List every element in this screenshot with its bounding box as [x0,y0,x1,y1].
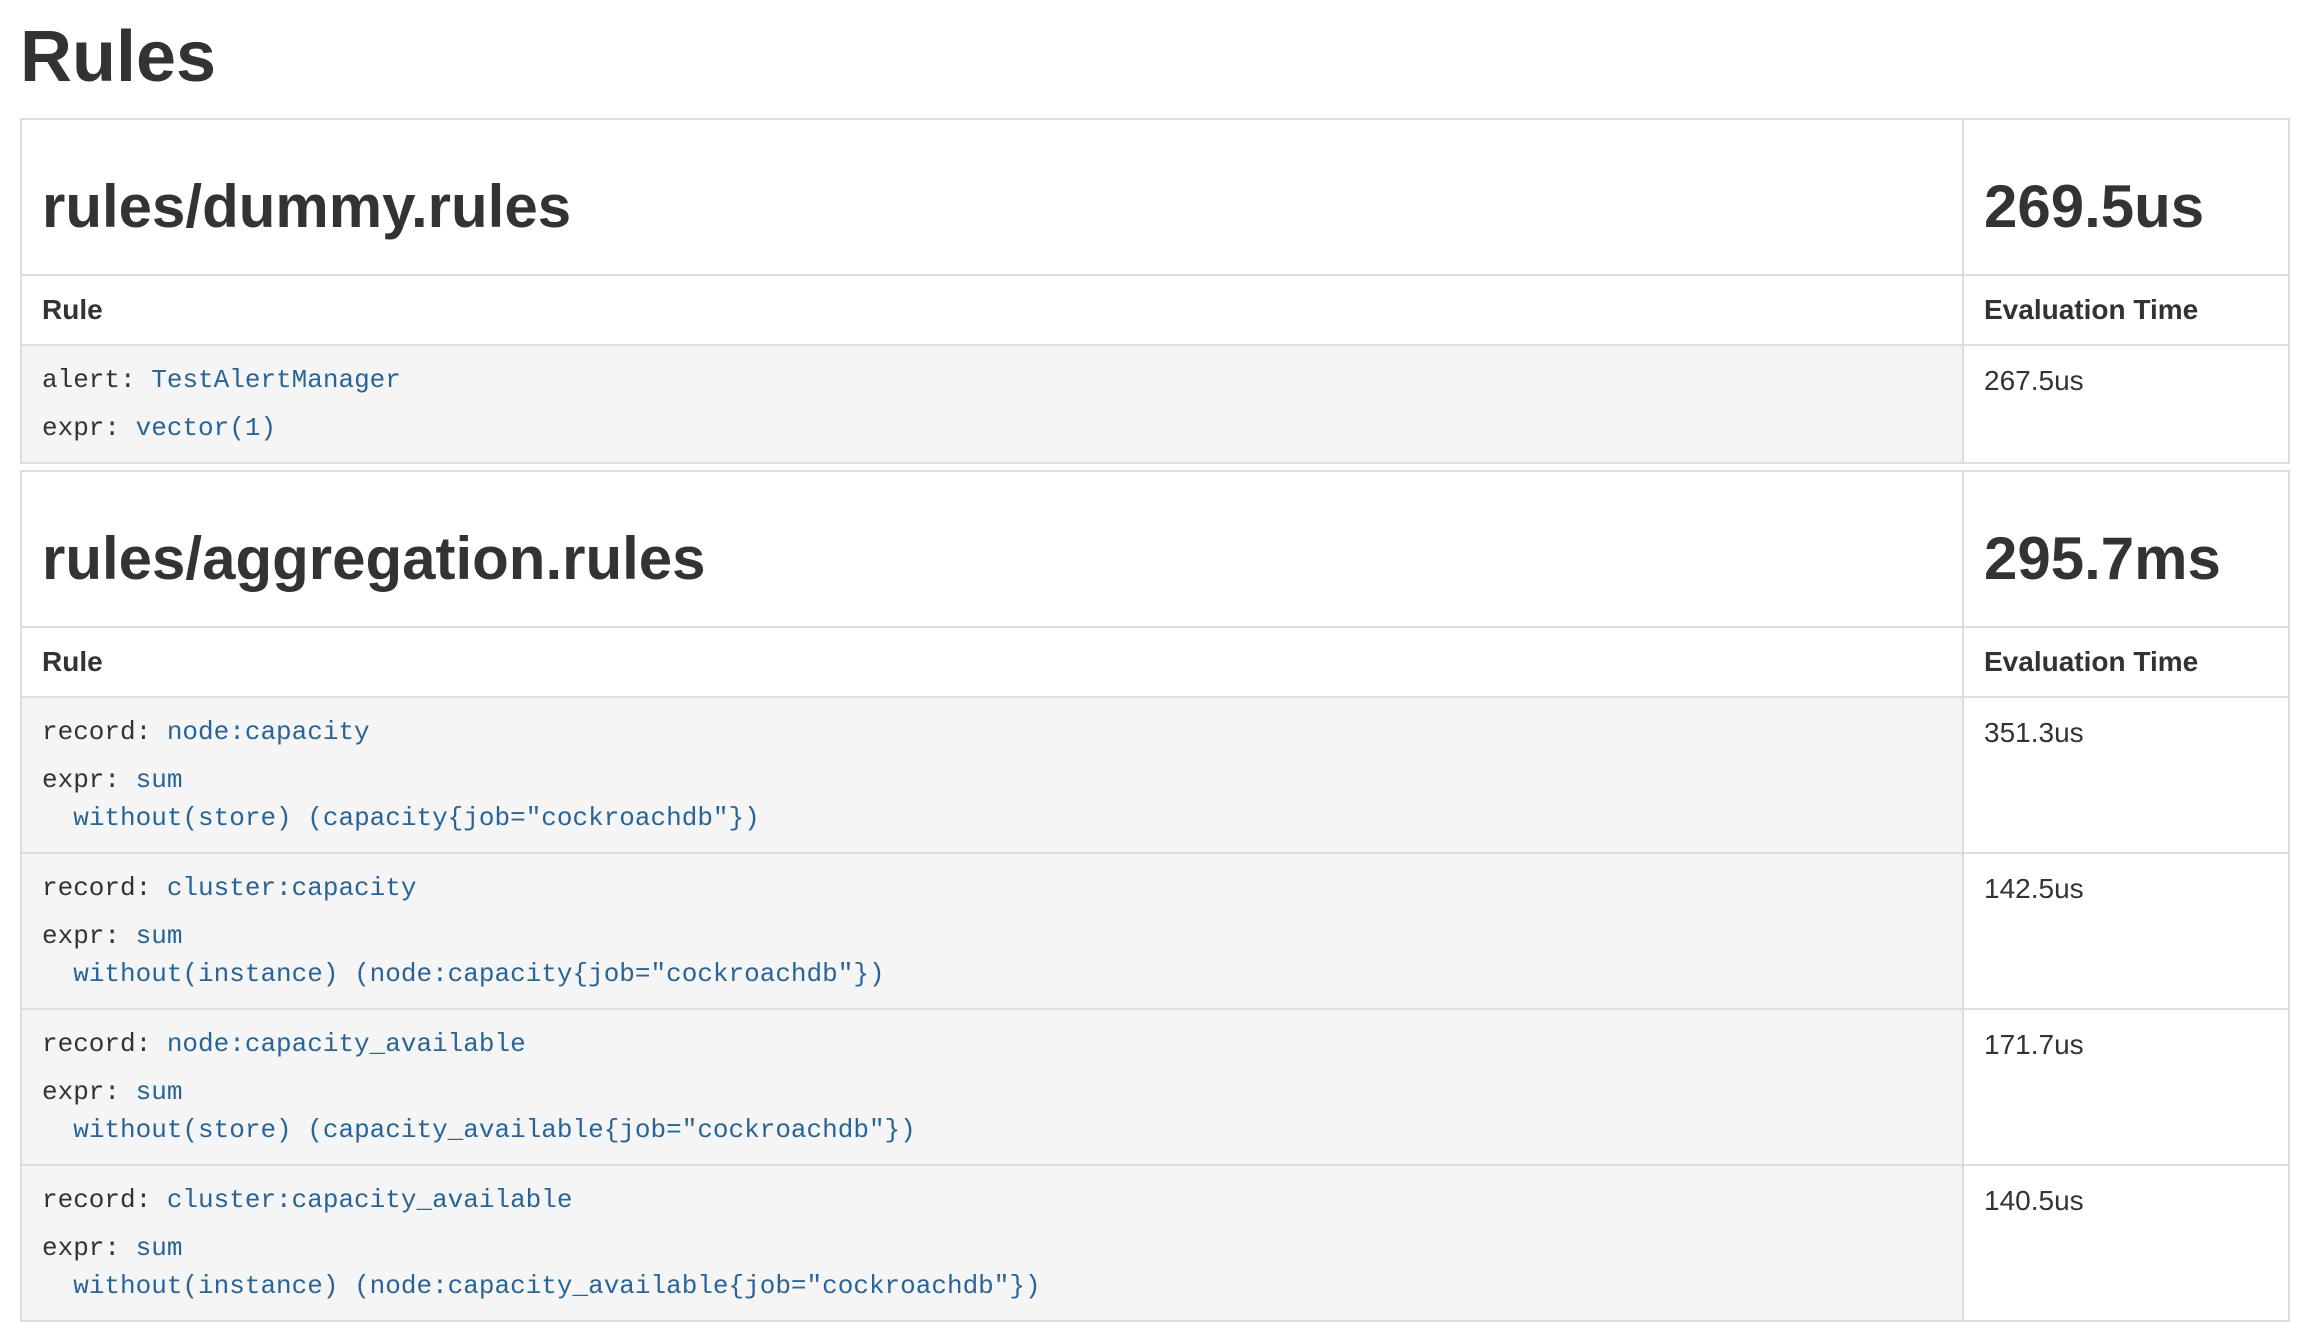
group-eval-time: 269.5us [1984,174,2268,240]
rule-cell: record: cluster:capacity_availableexpr: … [21,1165,1963,1321]
rule-column-header: Rule [21,627,1963,697]
group-eval-time-cell: 295.7ms [1963,471,2289,627]
rule-definition: record: node:capacity_available expr: sum… [42,1025,1942,1149]
rule-expr-link[interactable]: sum without(store) (capacity_available{j… [42,1077,916,1145]
rule-name-link[interactable]: node:capacity_available [167,1029,526,1059]
rules-page: { "page": { "title": "Rules" }, "labels"… [0,0,2316,1322]
rule-key-label: record: [42,717,151,747]
rule-eval-time: 171.7us [1963,1009,2289,1165]
rule-name-link[interactable]: cluster:capacity [167,873,417,903]
eval-column-header: Evaluation Time [1963,627,2289,697]
rule-name-link[interactable]: TestAlertManager [151,365,401,395]
rule-row: record: cluster:capacity expr: sum withou… [21,853,2289,1009]
group-eval-time: 295.7ms [1984,526,2268,592]
rule-cell: record: cluster:capacity expr: sum withou… [21,853,1963,1009]
rule-name-link[interactable]: node:capacity [167,717,370,747]
rule-row: record: node:capacity_available expr: sum… [21,1009,2289,1165]
group-file-cell: rules/aggregation.rules [21,471,1963,627]
rule-column-header: Rule [21,275,1963,345]
rule-group-table-aggregation: rules/aggregation.rules 295.7ms Rule Eva… [20,470,2290,1322]
column-header-row: Rule Evaluation Time [21,627,2289,697]
group-eval-time-cell: 269.5us [1963,119,2289,275]
expr-key-label: expr: [42,765,120,795]
expr-key-label: expr: [42,921,120,951]
rule-row: record: cluster:capacity_availableexpr: … [21,1165,2289,1321]
group-header-row: rules/aggregation.rules 295.7ms [21,471,2289,627]
rule-key-label: record: [42,873,151,903]
rule-definition: record: cluster:capacity_availableexpr: … [42,1181,1942,1305]
expr-key-label: expr: [42,1233,120,1263]
rule-cell: alert: TestAlertManager expr: vector(1) [21,345,1963,463]
rule-row: record: node:capacity expr: sum without(s… [21,697,2289,853]
rule-group-table-dummy: rules/dummy.rules 269.5us Rule Evaluatio… [20,118,2290,464]
rule-name-link[interactable]: cluster:capacity_available [167,1185,573,1215]
rule-expr-link[interactable]: sum without(instance) (node:capacity{job… [42,921,885,989]
group-file-name: rules/dummy.rules [42,174,1942,240]
rule-definition: alert: TestAlertManager expr: vector(1) [42,361,1942,447]
rule-row: alert: TestAlertManager expr: vector(1) 2… [21,345,2289,463]
eval-column-header: Evaluation Time [1963,275,2289,345]
rule-eval-time: 267.5us [1963,345,2289,463]
expr-key-label: expr: [42,1077,120,1107]
rule-key-label: alert: [42,365,136,395]
rule-definition: record: node:capacity expr: sum without(s… [42,713,1942,837]
rule-cell: record: node:capacity_available expr: sum… [21,1009,1963,1165]
rule-eval-time: 142.5us [1963,853,2289,1009]
rule-key-label: record: [42,1029,151,1059]
expr-key-label: expr: [42,413,120,443]
rule-cell: record: node:capacity expr: sum without(s… [21,697,1963,853]
page-title: Rules [20,18,2290,97]
rule-eval-time: 351.3us [1963,697,2289,853]
rule-expr-link[interactable]: sum without(instance) (node:capacity_ava… [42,1233,1041,1301]
column-header-row: Rule Evaluation Time [21,275,2289,345]
group-file-cell: rules/dummy.rules [21,119,1963,275]
group-file-name: rules/aggregation.rules [42,526,1942,592]
rule-definition: record: cluster:capacity expr: sum withou… [42,869,1942,993]
rule-eval-time: 140.5us [1963,1165,2289,1321]
rule-expr-link[interactable]: sum without(store) (capacity{job="cockro… [42,765,760,833]
rule-expr-link[interactable]: vector(1) [136,413,276,443]
rule-key-label: record: [42,1185,151,1215]
group-header-row: rules/dummy.rules 269.5us [21,119,2289,275]
